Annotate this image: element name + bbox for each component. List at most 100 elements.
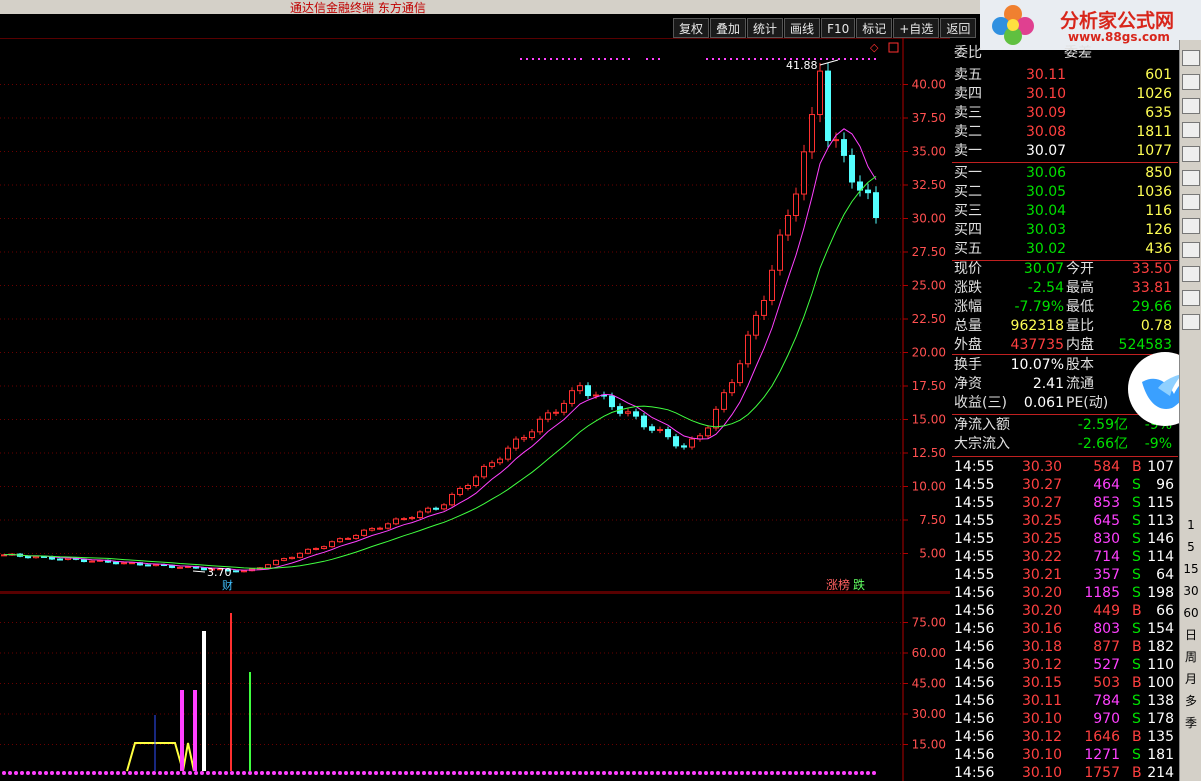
f12-icon[interactable] — [1182, 266, 1200, 282]
toolbar-button-add-watchlist[interactable]: +自选 — [893, 18, 940, 38]
candle[interactable] — [529, 431, 535, 439]
candlestick-chart[interactable]: 40.00 37.50 35.00 32.50 30.00 27.50 25.00 22.50… — [0, 38, 950, 593]
period-button[interactable]: 多 — [1181, 692, 1201, 710]
indicator-chart[interactable]: 75.00 60.00 45.00 30.00 15.00 — [0, 593, 950, 781]
candle[interactable] — [33, 555, 39, 559]
candle[interactable] — [561, 402, 567, 413]
bid-level-row[interactable]: 买一 30.06 850 — [952, 164, 1176, 182]
window-icon[interactable] — [1182, 314, 1200, 330]
stat-row[interactable]: 现价 30.07 今开 33.50 — [952, 260, 1176, 278]
candle[interactable] — [353, 534, 359, 539]
candle[interactable] — [113, 561, 119, 565]
candle[interactable] — [649, 426, 655, 431]
capital-flow-row[interactable]: 大宗流入 -2.66亿 -9% — [952, 435, 1176, 453]
candle[interactable] — [289, 556, 295, 560]
candle[interactable] — [233, 570, 239, 573]
candle[interactable] — [665, 429, 671, 438]
chart-icon[interactable] — [1182, 242, 1200, 258]
candle[interactable] — [449, 493, 455, 506]
tick-row[interactable]: 14:56 30.18 877 B 182 — [952, 638, 1176, 656]
candle[interactable] — [577, 385, 583, 392]
tick-row[interactable]: 14:56 30.20 1185 S 198 — [952, 584, 1176, 602]
tick-row[interactable]: 14:56 30.15 503 B 100 — [952, 674, 1176, 692]
candle[interactable] — [769, 269, 775, 301]
candle[interactable] — [513, 438, 519, 449]
toolbar-button-f10[interactable]: F10 — [821, 18, 856, 38]
candle[interactable] — [641, 415, 647, 428]
candle[interactable] — [425, 507, 431, 513]
candle[interactable] — [689, 438, 695, 448]
down-ranking-tag[interactable]: 跌 — [853, 577, 865, 592]
candle[interactable] — [793, 193, 799, 217]
bid-level-row[interactable]: 买二 30.05 1036 — [952, 183, 1176, 201]
candle[interactable] — [825, 70, 831, 142]
candle[interactable] — [25, 555, 31, 559]
candle[interactable] — [729, 382, 735, 394]
toolbar-button-back[interactable]: 返回 — [940, 18, 977, 38]
candle[interactable] — [865, 189, 871, 194]
candle[interactable] — [737, 363, 743, 384]
candle[interactable] — [681, 445, 687, 448]
f10-icon[interactable] — [1182, 218, 1200, 234]
candle[interactable] — [145, 564, 151, 567]
candle[interactable] — [777, 234, 783, 271]
candle[interactable] — [377, 527, 383, 530]
candle[interactable] — [817, 70, 823, 116]
candle[interactable] — [673, 436, 679, 447]
tick-row[interactable]: 14:56 30.10 1757 B 214 — [952, 764, 1176, 781]
table-icon[interactable] — [1182, 98, 1200, 114]
candle[interactable] — [361, 529, 367, 536]
ask-level-row[interactable]: 卖一 30.07 1077 — [952, 142, 1176, 160]
period-button[interactable]: 60 — [1181, 604, 1201, 622]
candle[interactable] — [201, 567, 207, 571]
candle[interactable] — [569, 390, 575, 404]
candle[interactable] — [369, 527, 375, 531]
ask-level-row[interactable]: 卖五 30.11 601 — [952, 66, 1176, 84]
toolbar-button-draw[interactable]: 画线 — [784, 18, 821, 38]
tool-icon[interactable] — [1182, 146, 1200, 162]
candle[interactable] — [633, 411, 639, 417]
candle[interactable] — [345, 537, 351, 540]
tick-row[interactable]: 14:56 30.20 449 B 66 — [952, 602, 1176, 620]
candle[interactable] — [57, 558, 63, 561]
candle[interactable] — [657, 429, 663, 432]
candle[interactable] — [481, 465, 487, 478]
candle[interactable] — [545, 412, 551, 420]
candle[interactable] — [753, 314, 759, 336]
list-icon[interactable] — [1182, 194, 1200, 210]
bid-level-row[interactable]: 买三 30.04 116 — [952, 202, 1176, 220]
candle[interactable] — [409, 517, 415, 520]
period-button[interactable]: 月 — [1181, 670, 1201, 688]
candle[interactable] — [809, 114, 815, 153]
tick-row[interactable]: 14:55 30.22 714 S 114 — [952, 548, 1176, 566]
candle[interactable] — [129, 562, 135, 565]
candle[interactable] — [745, 334, 751, 365]
toolbar-button-stats[interactable]: 统计 — [747, 18, 784, 38]
diamond-icon[interactable]: ◇ — [870, 41, 879, 54]
candle[interactable] — [417, 511, 423, 519]
period-button[interactable]: 日 — [1181, 626, 1201, 644]
candle[interactable] — [177, 566, 183, 569]
candle[interactable] — [457, 487, 463, 495]
tick-row[interactable]: 14:55 30.25 645 S 113 — [952, 512, 1176, 530]
period-button[interactable]: 15 — [1181, 560, 1201, 578]
candle[interactable] — [833, 139, 839, 142]
tick-row[interactable]: 14:55 30.30 584 B 107 — [952, 458, 1176, 476]
line-chart-icon[interactable] — [1182, 122, 1200, 138]
grid-icon[interactable] — [1182, 50, 1200, 66]
candle[interactable] — [297, 552, 303, 558]
candle[interactable] — [593, 394, 599, 397]
candle[interactable] — [713, 408, 719, 429]
candle[interactable] — [849, 154, 855, 183]
candle[interactable] — [273, 559, 279, 566]
bid-level-row[interactable]: 买五 30.02 436 — [952, 240, 1176, 258]
candle[interactable] — [801, 151, 807, 195]
tick-row[interactable]: 14:55 30.25 830 S 146 — [952, 530, 1176, 548]
ask-level-row[interactable]: 卖三 30.09 635 — [952, 104, 1176, 122]
candle[interactable] — [465, 485, 471, 489]
candle[interactable] — [585, 385, 591, 397]
candle[interactable] — [393, 518, 399, 525]
candle[interactable] — [313, 547, 319, 550]
candle[interactable] — [385, 523, 391, 529]
tick-row[interactable]: 14:55 30.21 357 S 64 — [952, 566, 1176, 584]
